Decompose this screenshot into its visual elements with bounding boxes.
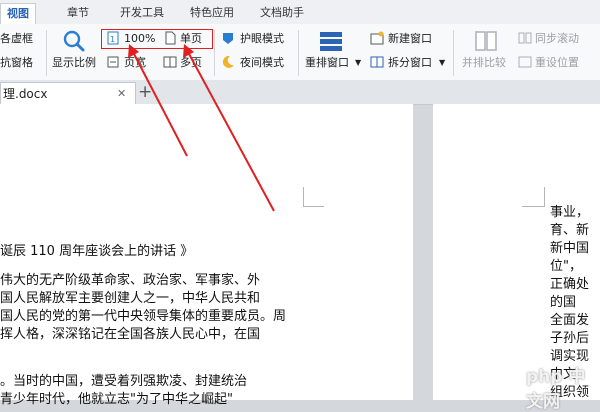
annotation-arrow-head xyxy=(183,44,194,58)
annotation-arrow-1 xyxy=(132,51,188,157)
annotation-arrow-2 xyxy=(187,51,275,212)
annotation-arrow-head xyxy=(128,44,139,58)
annotation-arrows xyxy=(128,44,275,212)
